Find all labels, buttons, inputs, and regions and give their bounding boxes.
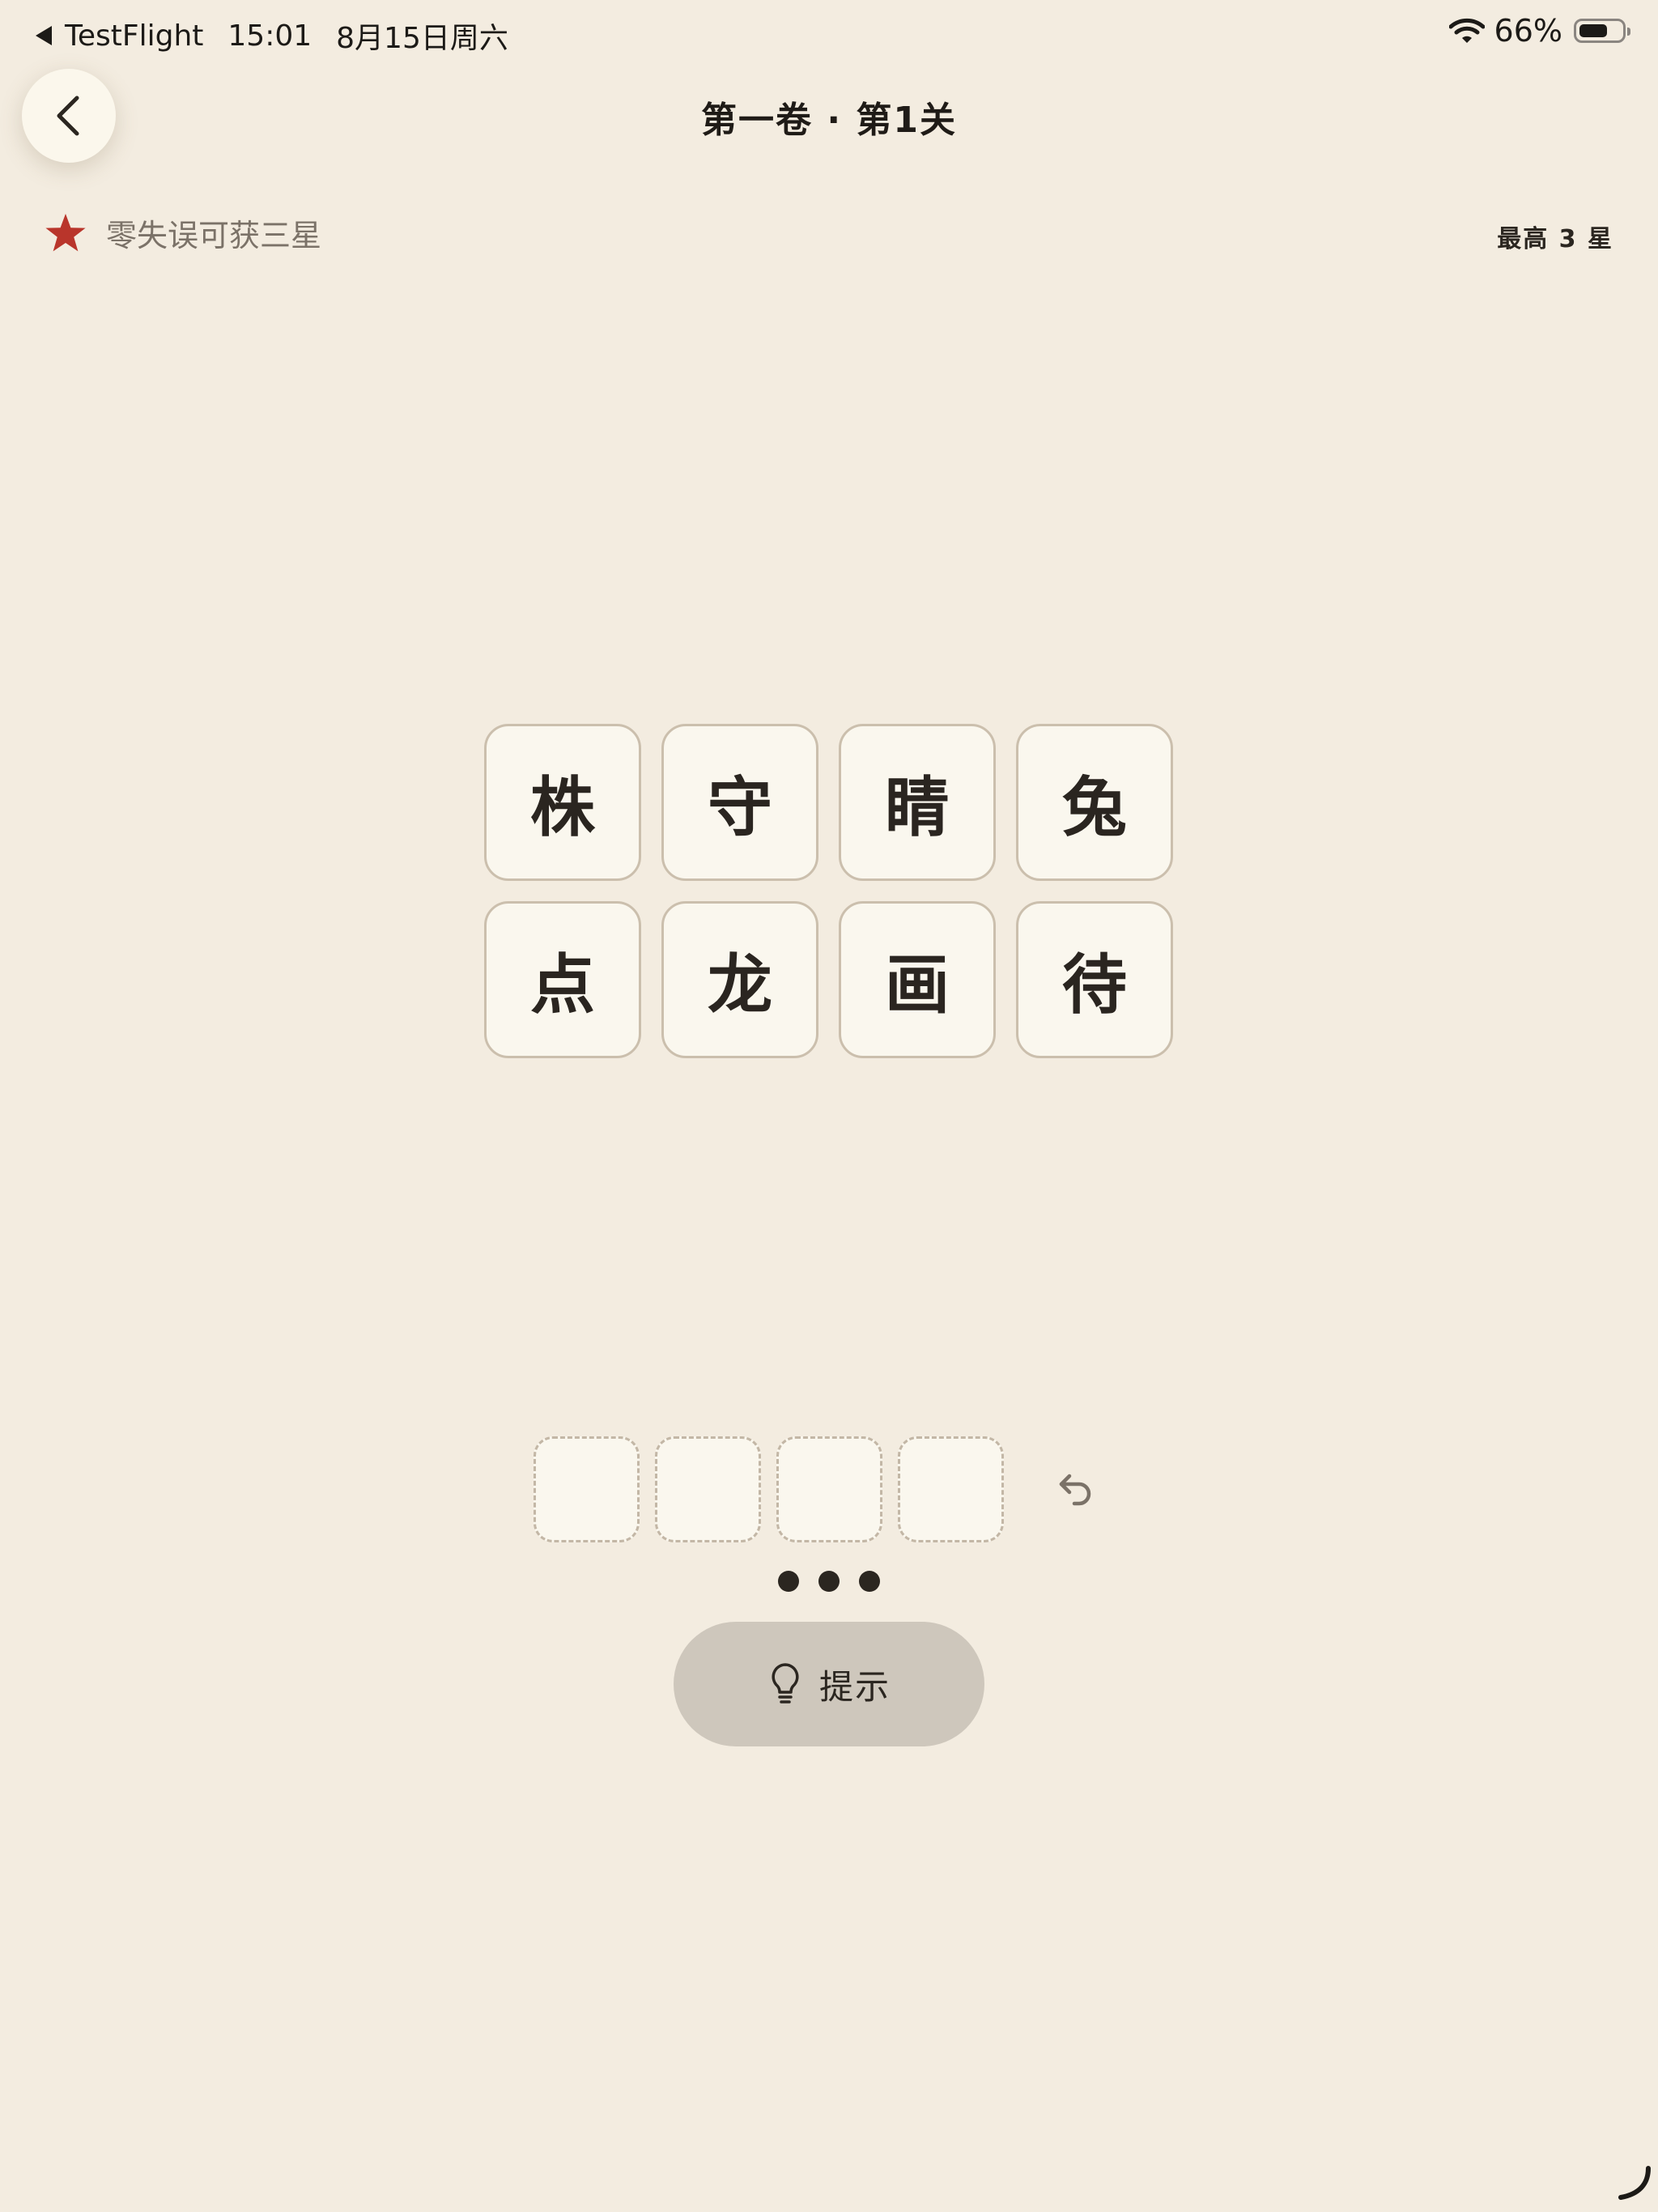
answer-slot[interactable] (776, 1436, 882, 1542)
character-tile[interactable]: 龙 (661, 901, 818, 1058)
battery-percent: 66% (1494, 13, 1562, 49)
corner-indicator-icon (1618, 2166, 1651, 2200)
hint-label: 提示 (818, 1666, 891, 1707)
character-tile[interactable]: 点 (484, 901, 641, 1058)
answer-slot[interactable] (655, 1436, 761, 1542)
undo-button[interactable] (1051, 1464, 1099, 1512)
lightbulb-icon (772, 1663, 799, 1704)
goal-text: 零失误可获三星 (106, 218, 322, 253)
attempt-dot (818, 1571, 840, 1592)
status-left[interactable]: TestFlight 15:01 8月15日周六 (36, 15, 508, 57)
attempts-indicator (0, 1571, 1658, 1592)
character-tile[interactable]: 株 (484, 724, 641, 881)
answer-slot[interactable] (534, 1436, 640, 1542)
undo-icon (1059, 1474, 1091, 1506)
max-stars-label: 最高 3 星 (1497, 225, 1613, 253)
character-tiles-grid: 株 守 睛 兔 点 龙 画 待 (484, 724, 1174, 1058)
back-app-label: TestFlight (65, 19, 204, 53)
game-screen: TestFlight 15:01 8月15日周六 66% 第一卷 · 第1关 零… (0, 0, 1658, 2212)
star-icon (45, 213, 86, 251)
status-time: 15:01 (227, 19, 312, 53)
hint-button[interactable]: 提示 (674, 1622, 984, 1746)
back-to-app-icon (36, 26, 52, 45)
battery-icon (1574, 19, 1630, 43)
answer-slots (534, 1436, 1019, 1542)
answer-slot[interactable] (898, 1436, 1004, 1542)
page-title: 第一卷 · 第1关 (701, 100, 957, 141)
wifi-icon (1448, 18, 1485, 43)
goal-row: 零失误可获三星 (45, 211, 321, 255)
character-tile[interactable]: 守 (661, 724, 818, 881)
character-tile[interactable]: 待 (1016, 901, 1173, 1058)
character-tile[interactable]: 画 (839, 901, 996, 1058)
character-tile[interactable]: 兔 (1016, 724, 1173, 881)
character-tile[interactable]: 睛 (839, 724, 996, 881)
status-date: 8月15日周六 (336, 22, 508, 55)
status-right: 66% (1448, 13, 1630, 49)
attempt-dot (859, 1571, 880, 1592)
status-bar: TestFlight 15:01 8月15日周六 66% (0, 0, 1658, 68)
attempt-dot (778, 1571, 799, 1592)
